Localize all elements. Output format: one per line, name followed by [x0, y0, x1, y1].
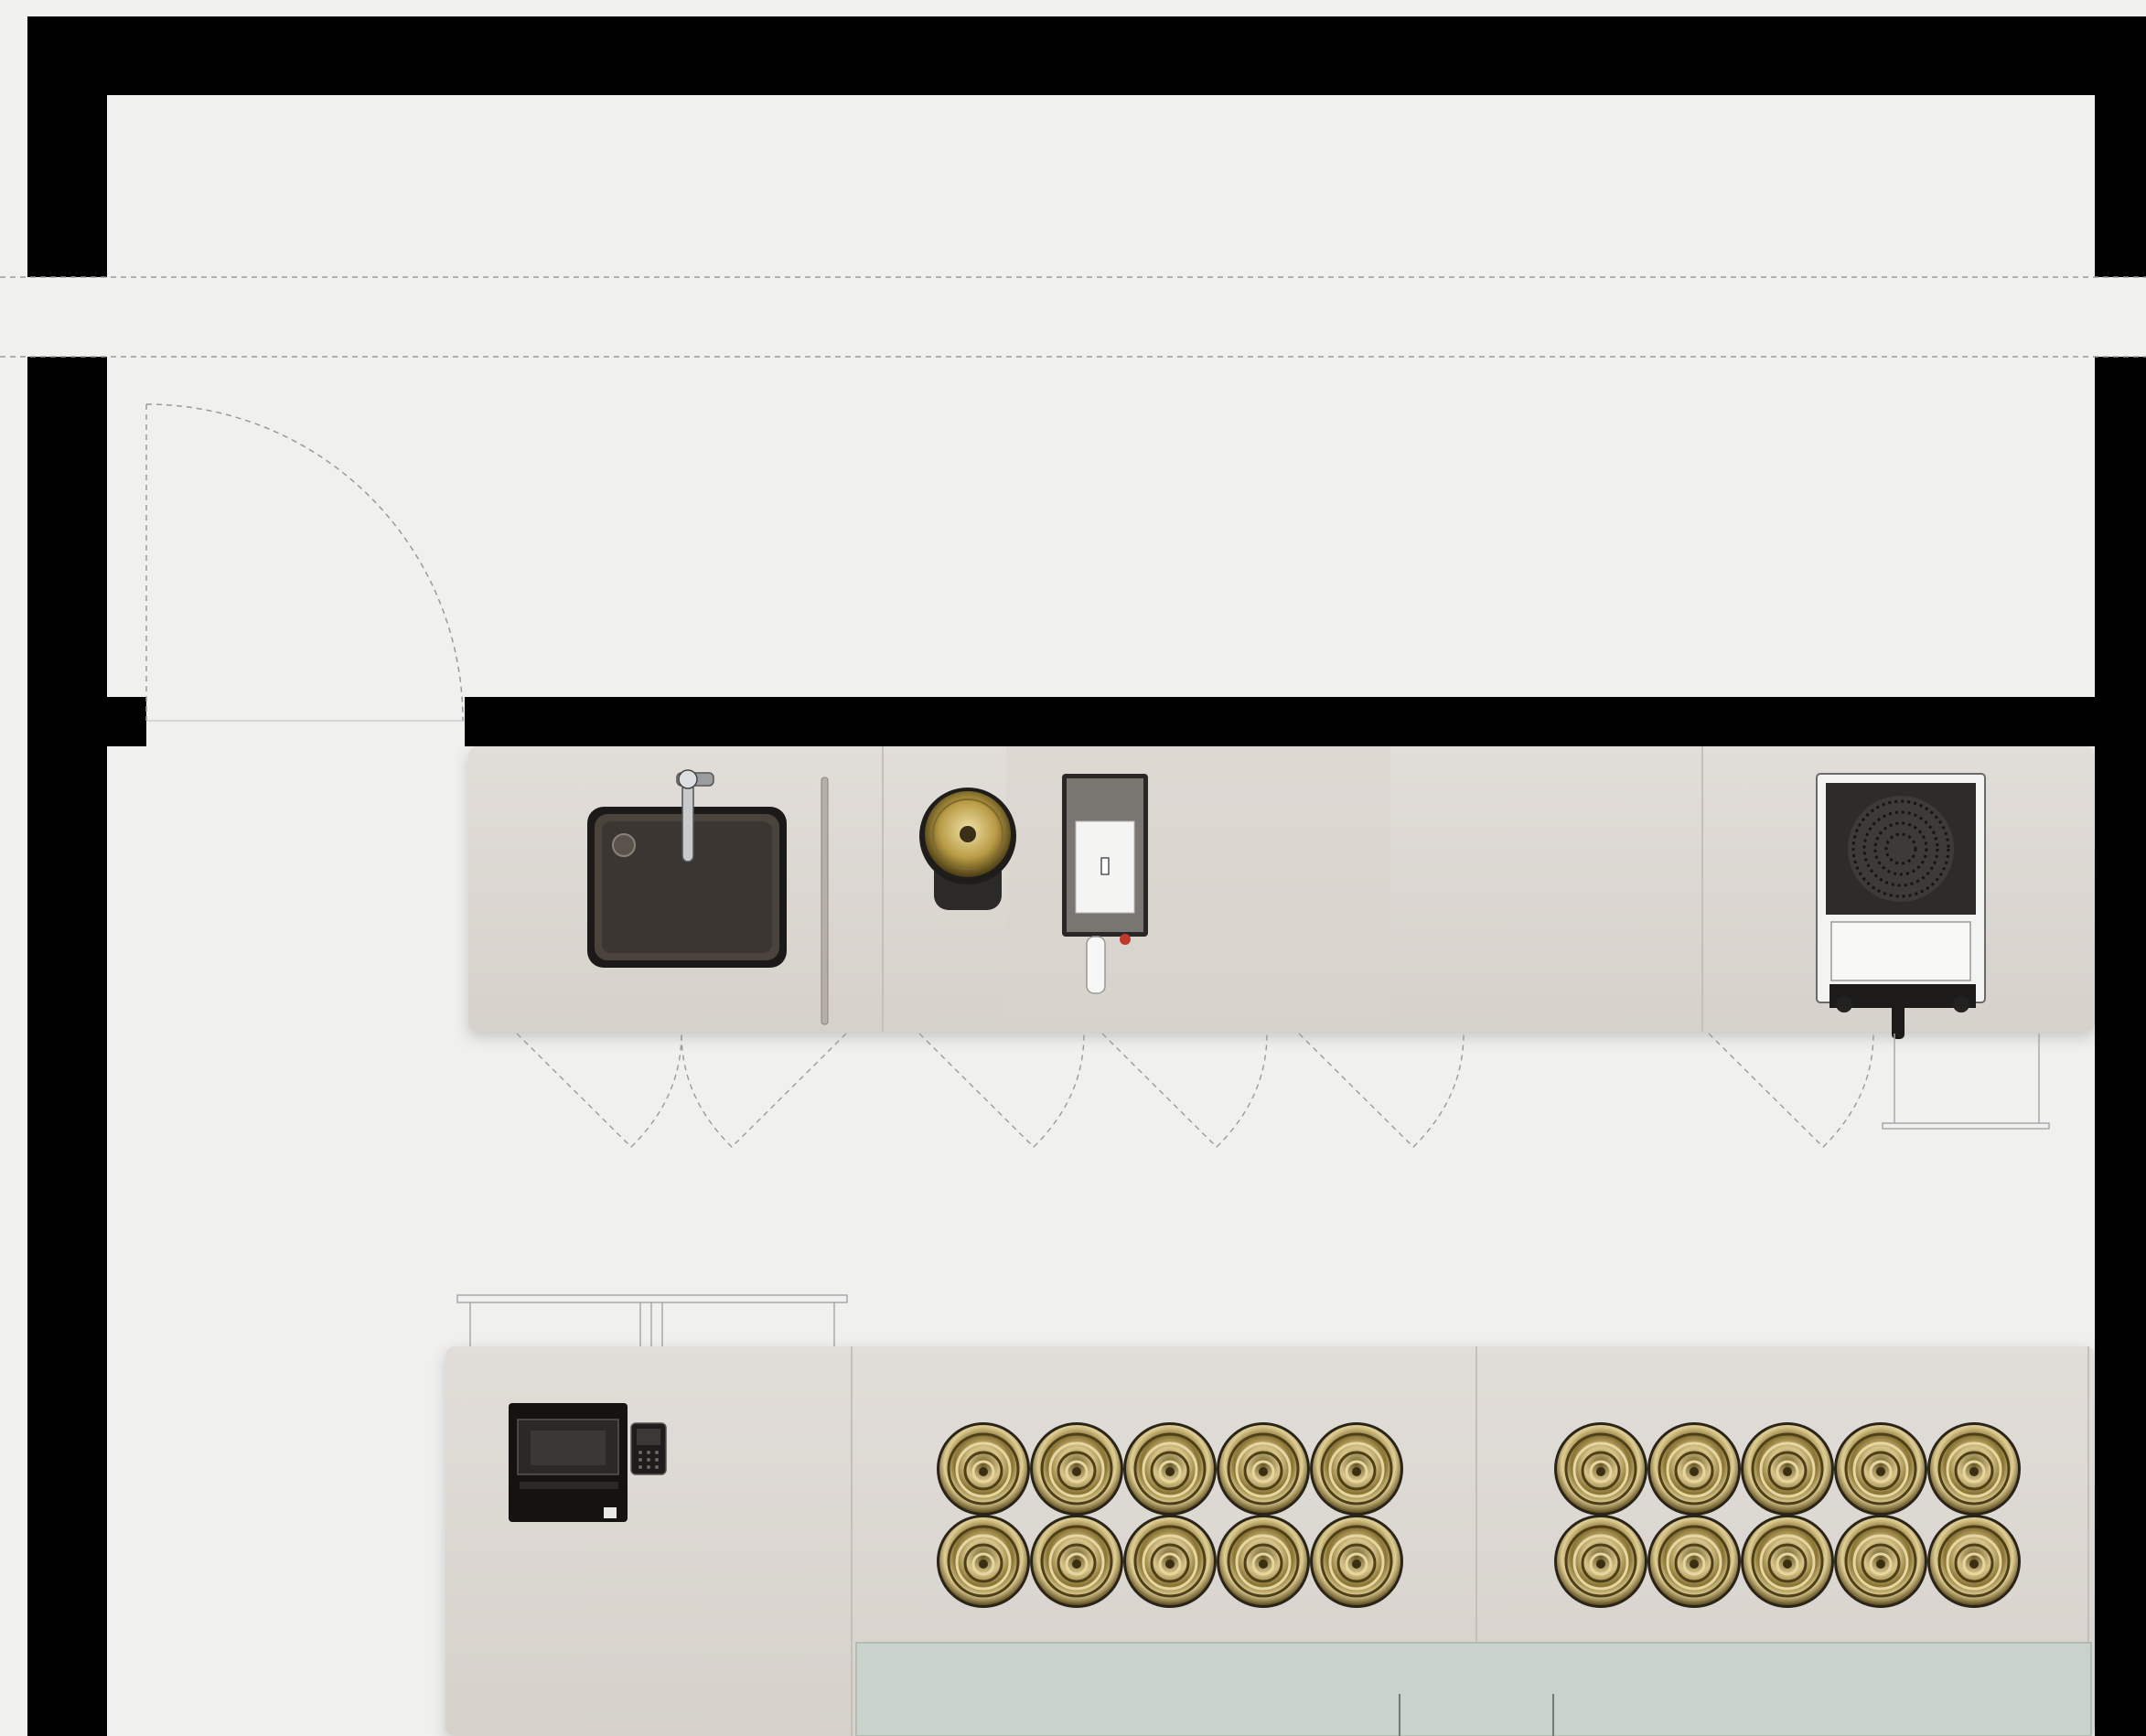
- cup-dispenser: [1310, 1422, 1403, 1516]
- pos-terminal: [509, 1403, 628, 1522]
- cup-dispenser: [1554, 1422, 1647, 1516]
- cabinet-door-swing-icon: [516, 1033, 1874, 1148]
- card-reader: [630, 1422, 667, 1475]
- door-swing-icon: [145, 403, 465, 722]
- partition-wall-stub: [107, 697, 146, 746]
- cup-dispenser: [1741, 1515, 1834, 1608]
- bar-stools: [456, 1294, 848, 1346]
- floor-plan: [0, 16, 2146, 1736]
- right-wall-upper: [2095, 16, 2146, 277]
- cup-dispenser: [1217, 1422, 1310, 1516]
- cup-dispenser: [937, 1515, 1030, 1608]
- cup-dispenser: [1310, 1515, 1403, 1608]
- cup-dispenser: [1123, 1515, 1217, 1608]
- cup-dispenser: [1030, 1515, 1123, 1608]
- cup-dispenser: [1834, 1515, 1927, 1608]
- espresso-grinder: [1816, 773, 1986, 1039]
- cup-dispenser: [1927, 1422, 2021, 1516]
- cup-dispenser: [1123, 1422, 1217, 1516]
- back-counter: [468, 746, 2095, 1039]
- partition-wall: [465, 697, 2095, 746]
- glass-drawer-front: [855, 1642, 2092, 1736]
- cup-dispenser: [937, 1422, 1030, 1516]
- right-wall-lower: [2095, 357, 2146, 1736]
- cup-dispenser: [1741, 1422, 1834, 1516]
- cup-dispenser: [1834, 1422, 1927, 1516]
- top-wall: [27, 16, 2146, 95]
- stool-icon: [1882, 1034, 2050, 1130]
- cup-dispenser: [1927, 1515, 2021, 1608]
- cup-dispenser: [1647, 1422, 1741, 1516]
- opening-lines: [0, 276, 2146, 358]
- knife-rail: [821, 777, 829, 1025]
- left-wall-lower: [27, 357, 107, 1736]
- cup-dispenser: [1647, 1515, 1741, 1608]
- front-counter: [445, 1346, 2095, 1736]
- cup-dispenser: [1554, 1515, 1647, 1608]
- cup-dispenser: [1030, 1422, 1123, 1516]
- cup-dispenser: [1217, 1515, 1310, 1608]
- left-wall-upper: [27, 16, 107, 277]
